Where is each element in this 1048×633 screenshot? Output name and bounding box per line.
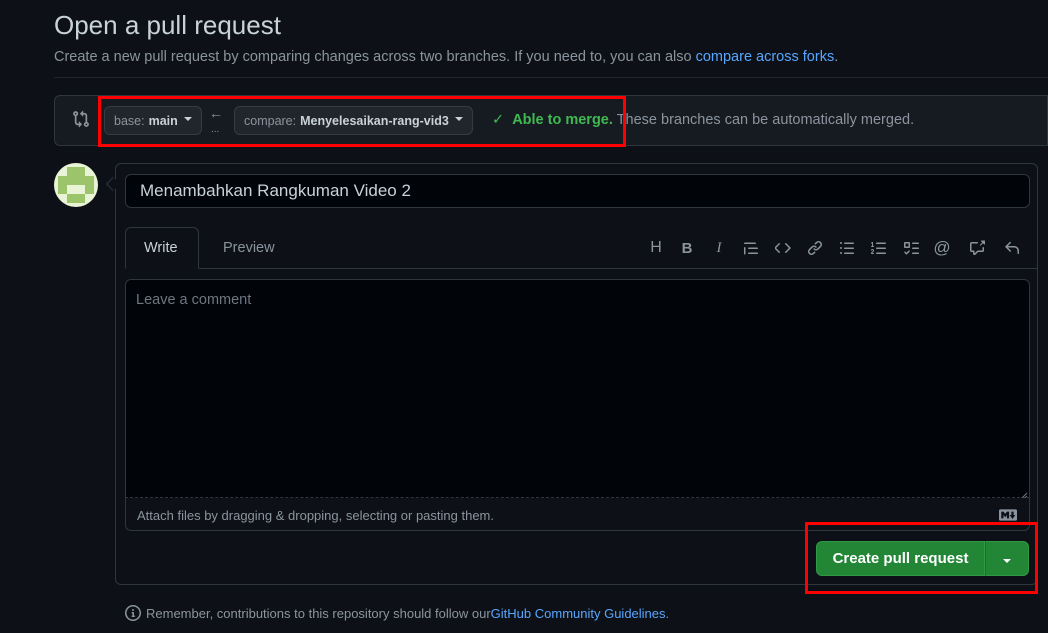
check-icon: ✓ <box>492 112 505 128</box>
remember-end: . <box>665 605 670 621</box>
page-title: Open a pull request <box>54 10 281 40</box>
chevron-down-icon <box>183 116 192 121</box>
attach-files-text[interactable]: Attach files by dragging & dropping, sel… <box>137 508 494 523</box>
base-branch-select[interactable]: base: main <box>104 106 202 135</box>
resize-grip-icon[interactable] <box>1019 487 1028 500</box>
task-list-icon[interactable] <box>901 238 921 258</box>
contribution-guidelines-note: Remember, contributions to this reposito… <box>125 605 669 621</box>
numbered-list-icon[interactable] <box>869 238 889 258</box>
quote-icon[interactable] <box>741 238 761 258</box>
cross-reference-icon[interactable] <box>967 238 987 258</box>
page-subtitle: Create a new pull request by comparing c… <box>54 49 838 65</box>
pr-title-input[interactable] <box>125 174 1030 208</box>
link-icon[interactable] <box>805 238 825 258</box>
chevron-down-icon <box>454 116 463 121</box>
git-compare-icon <box>72 110 90 128</box>
header-divider <box>54 77 1048 78</box>
bulleted-list-icon[interactable] <box>837 238 857 258</box>
bold-icon[interactable]: B <box>677 238 697 258</box>
merge-status-ok: Able to merge. <box>512 112 613 128</box>
mention-icon[interactable]: @ <box>932 238 952 258</box>
heading-icon[interactable]: H <box>646 238 666 258</box>
avatar[interactable] <box>54 163 98 207</box>
tab-write[interactable]: Write <box>125 227 199 269</box>
create-pr-dropdown-button[interactable] <box>985 541 1029 576</box>
code-icon[interactable] <box>773 238 793 258</box>
italic-icon[interactable]: I <box>709 238 729 258</box>
reply-icon[interactable] <box>1002 238 1022 258</box>
arrow-left-icon: ← <box>209 105 223 121</box>
remember-text: Remember, contributions to this reposito… <box>146 605 491 621</box>
merge-status: ✓ Able to merge. These branches can be a… <box>492 112 914 128</box>
compare-branch-select[interactable]: compare: Menyelesaikan-rang-vid3 <box>234 106 473 135</box>
compare-branch-label: compare: <box>244 113 297 128</box>
subtitle-text: Create a new pull request by comparing c… <box>54 49 696 65</box>
create-pull-request-button[interactable]: Create pull request <box>816 541 985 576</box>
merge-status-message: These branches can be automatically merg… <box>616 112 915 128</box>
create-pr-button-group: Create pull request <box>816 541 1029 576</box>
base-branch-value: main <box>148 113 178 128</box>
chevron-down-icon <box>1003 559 1011 563</box>
subtitle-end: . <box>834 49 839 65</box>
info-icon <box>125 605 141 621</box>
range-dots: ... <box>211 124 220 135</box>
tab-preview[interactable]: Preview <box>205 227 293 269</box>
compare-branch-value: Menyelesaikan-rang-vid3 <box>300 113 449 128</box>
comment-textarea[interactable] <box>125 279 1030 498</box>
base-branch-label: base: <box>114 113 145 128</box>
community-guidelines-link[interactable]: GitHub Community Guidelines <box>491 606 666 621</box>
markdown-icon[interactable] <box>999 508 1017 521</box>
compare-across-forks-link[interactable]: compare across forks <box>696 49 835 65</box>
